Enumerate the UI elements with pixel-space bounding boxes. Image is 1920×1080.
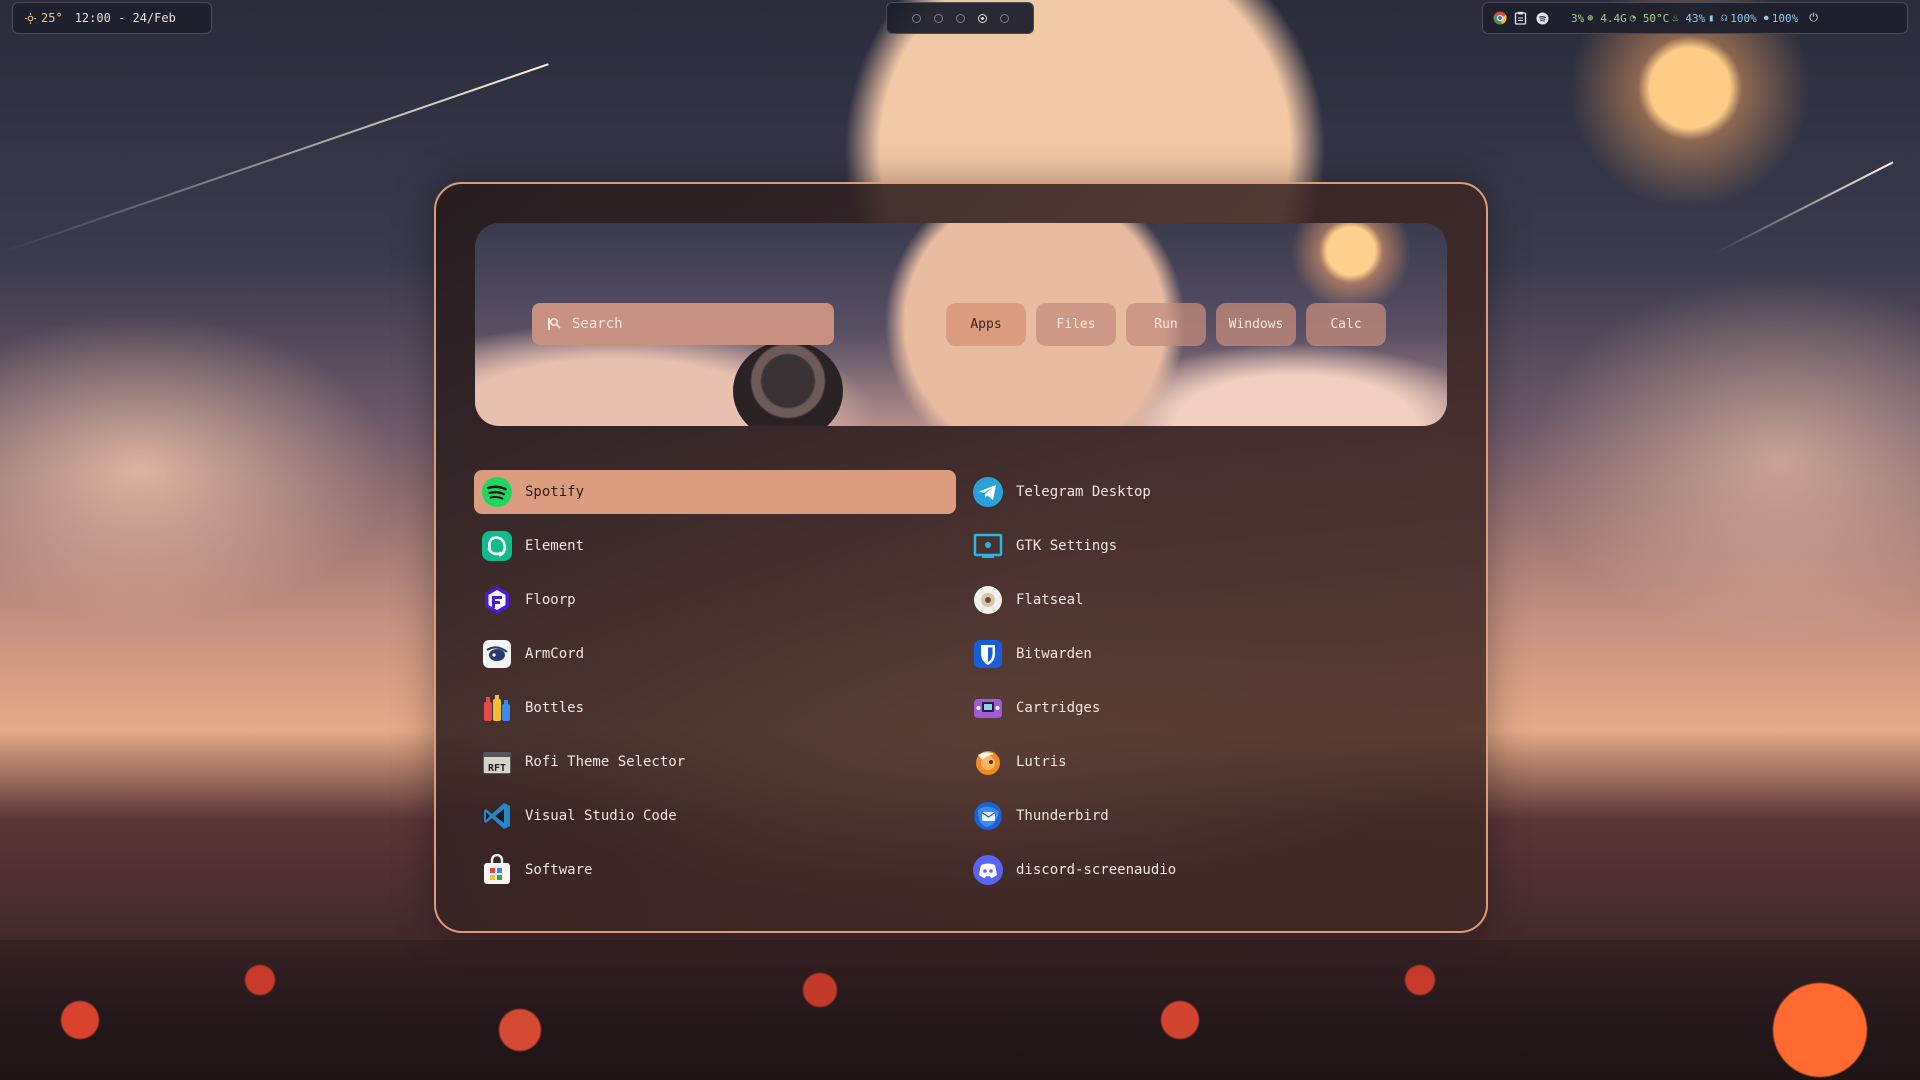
svg-text:RFT: RFT xyxy=(488,763,506,774)
mic-icon: ⏺ xyxy=(1763,12,1769,24)
clipboard-icon[interactable] xyxy=(1514,11,1528,25)
app-label: discord-screenaudio xyxy=(1016,862,1177,878)
sun-icon xyxy=(25,12,36,24)
app-item-armcord[interactable]: ArmCord xyxy=(474,632,956,676)
spotify-icon xyxy=(480,475,514,509)
app-item-floorp[interactable]: Floorp xyxy=(474,578,956,622)
flower-field xyxy=(0,940,1920,1080)
telegram-icon xyxy=(971,475,1005,509)
battery[interactable]: 43% ▮ xyxy=(1685,12,1714,25)
mode-files-button[interactable]: Files xyxy=(1036,303,1116,346)
battery-icon: ▮ xyxy=(1708,12,1715,24)
app-label: GTK Settings xyxy=(1016,538,1118,554)
discord-icon xyxy=(971,853,1005,887)
app-item-bottles[interactable]: Bottles xyxy=(474,686,956,730)
mode-apps-button[interactable]: Apps xyxy=(946,303,1026,346)
app-label: ArmCord xyxy=(525,646,585,662)
app-item-flatseal[interactable]: Flatseal xyxy=(965,578,1447,622)
app-item-element[interactable]: Element xyxy=(474,524,956,568)
workspace-5[interactable] xyxy=(999,13,1009,23)
workspace-2[interactable] xyxy=(933,13,943,23)
app-label: Software xyxy=(525,862,593,878)
thunderbird-icon xyxy=(971,799,1005,833)
app-item-software[interactable]: Software xyxy=(474,848,956,892)
weather-widget[interactable]: 25° xyxy=(25,11,63,25)
app-label: Rofi Theme Selector xyxy=(525,754,686,770)
element-icon xyxy=(480,529,514,563)
app-item-telegram-desktop[interactable]: Telegram Desktop xyxy=(965,470,1447,514)
bottles-icon xyxy=(480,691,514,725)
headphones-icon: ☊ xyxy=(1721,12,1728,24)
vscode-icon xyxy=(480,799,514,833)
search-placeholder: Search xyxy=(572,316,623,332)
workspace-switcher xyxy=(886,2,1034,34)
flame-icon: ♨ xyxy=(1672,12,1679,24)
app-item-rofi-theme-selector[interactable]: RFT Rofi Theme Selector xyxy=(474,740,956,784)
bitwarden-icon xyxy=(971,637,1005,671)
spotify-tray-icon[interactable] xyxy=(1535,11,1549,25)
app-item-bitwarden[interactable]: Bitwarden xyxy=(965,632,1447,676)
app-label: Cartridges xyxy=(1016,700,1101,716)
weather-temp: 25° xyxy=(41,11,63,25)
software-icon xyxy=(480,853,514,887)
volume[interactable]: ☊ 100% xyxy=(1721,12,1757,25)
topbar-right: 3% ⊛ 4.4G ◔ 50°C ♨ 43% ▮ ☊ 100% ⏺ 100% ⏻ xyxy=(1482,2,1908,34)
chrome-icon[interactable] xyxy=(1493,11,1507,25)
app-item-thunderbird[interactable]: Thunderbird xyxy=(965,794,1447,838)
search-icon xyxy=(548,317,561,330)
cpu-icon: ⊛ xyxy=(1587,12,1594,24)
app-item-gtk-settings[interactable]: GTK Settings xyxy=(965,524,1447,568)
power-icon[interactable]: ⏻ xyxy=(1809,11,1818,25)
cpu-usage[interactable]: 3% ⊛ xyxy=(1571,12,1593,25)
app-label: Thunderbird xyxy=(1016,808,1109,824)
mode-windows-button[interactable]: Windows xyxy=(1216,303,1296,346)
search-input[interactable]: Search xyxy=(532,303,834,345)
lutris-icon xyxy=(971,745,1005,779)
app-label: Spotify xyxy=(525,484,585,500)
flatseal-icon xyxy=(971,583,1005,617)
rofi-theme-icon: RFT xyxy=(480,745,514,779)
app-label: Floorp xyxy=(525,592,576,608)
app-item-lutris[interactable]: Lutris xyxy=(965,740,1447,784)
app-item-discord-screenaudio[interactable]: discord-screenaudio xyxy=(965,848,1447,892)
app-item-spotify[interactable]: Spotify xyxy=(474,470,956,514)
app-label: Lutris xyxy=(1016,754,1067,770)
workspace-3[interactable] xyxy=(955,13,965,23)
floorp-icon xyxy=(480,583,514,617)
microphone[interactable]: ⏺ 100% xyxy=(1764,12,1799,25)
app-label: Bitwarden xyxy=(1016,646,1092,662)
mode-run-button[interactable]: Run xyxy=(1126,303,1206,346)
shooting-star xyxy=(1714,161,1894,254)
workspace-1[interactable] xyxy=(911,13,921,23)
temperature[interactable]: 50°C ♨ xyxy=(1643,12,1679,25)
app-item-cartridges[interactable]: Cartridges xyxy=(965,686,1447,730)
topbar-left: 25° 12:00 - 24/Feb xyxy=(12,2,212,34)
armcord-icon xyxy=(480,637,514,671)
memory-usage[interactable]: 4.4G ◔ xyxy=(1600,12,1636,25)
workspace-4-active[interactable] xyxy=(977,13,987,23)
app-label: Visual Studio Code xyxy=(525,808,677,824)
mode-calc-button[interactable]: Calc xyxy=(1306,303,1386,346)
gtk-settings-icon xyxy=(971,529,1005,563)
astronaut-illustration xyxy=(733,341,843,426)
app-label: Element xyxy=(525,538,585,554)
app-label: Bottles xyxy=(525,700,585,716)
memory-icon: ◔ xyxy=(1629,12,1636,24)
clock[interactable]: 12:00 - 24/Feb xyxy=(75,11,176,25)
app-label: Flatseal xyxy=(1016,592,1084,608)
cartridges-icon xyxy=(971,691,1005,725)
app-item-visual-studio-code[interactable]: Visual Studio Code xyxy=(474,794,956,838)
app-label: Telegram Desktop xyxy=(1016,484,1151,500)
